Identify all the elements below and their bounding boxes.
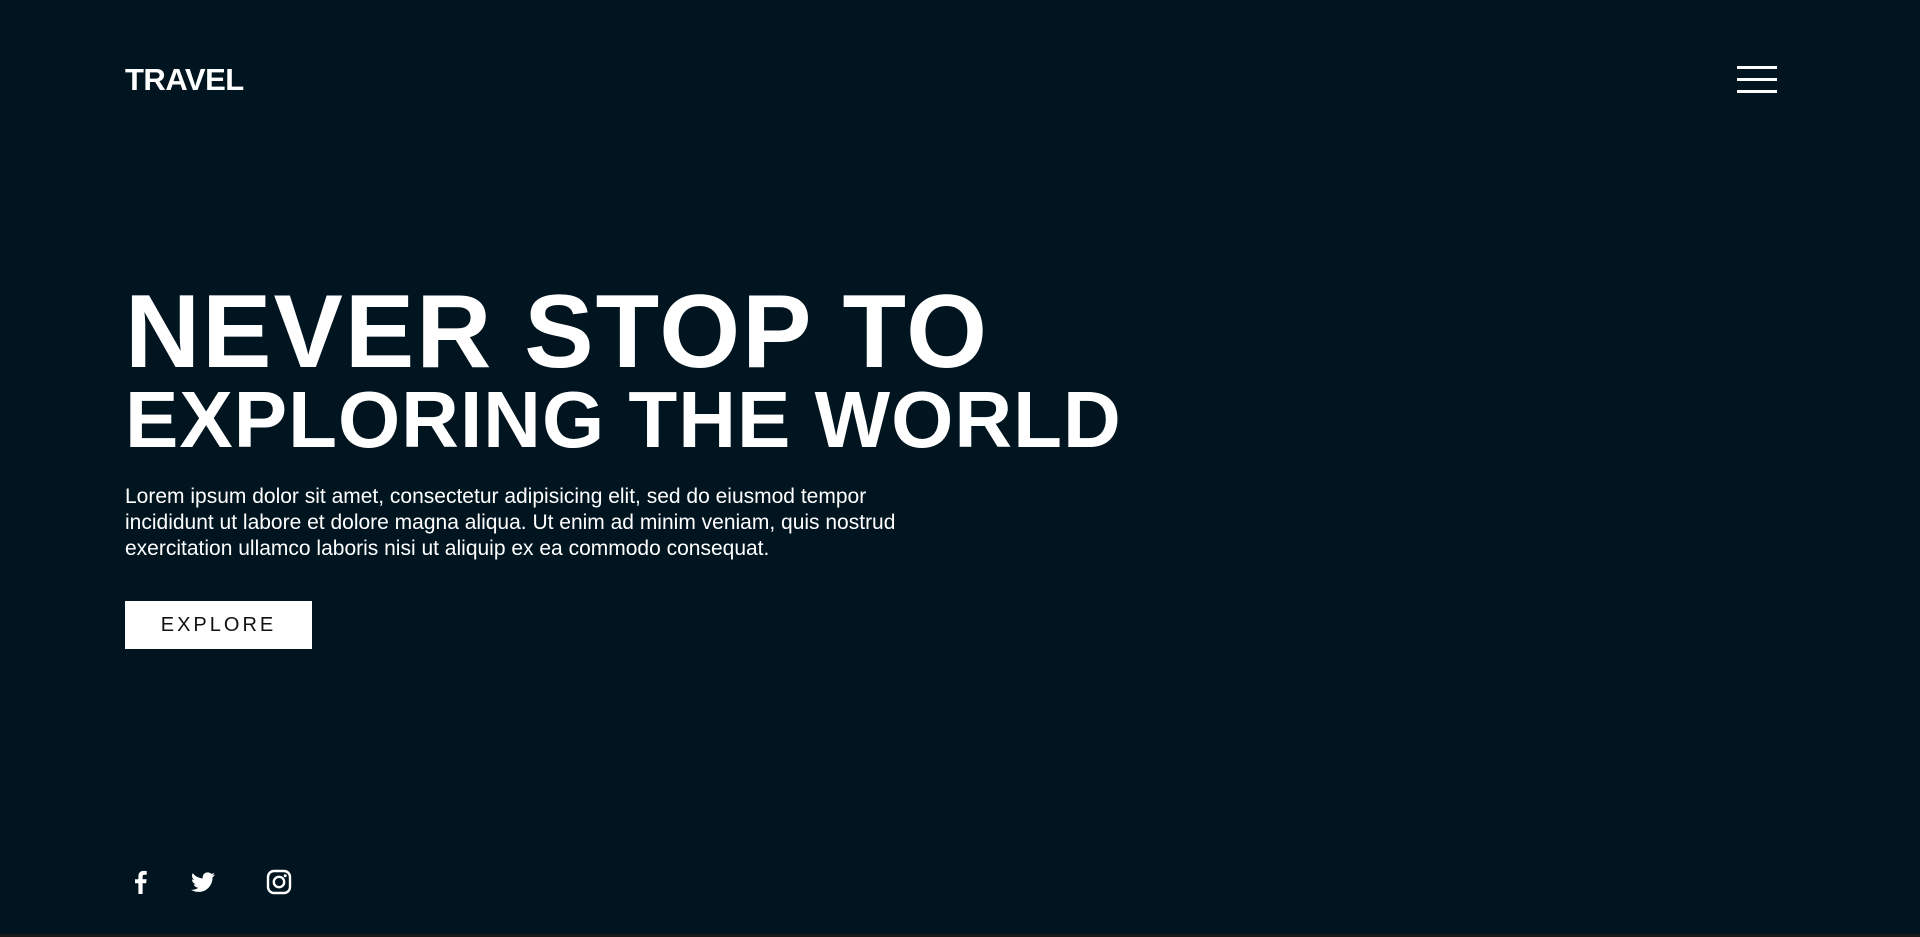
twitter-icon[interactable] bbox=[187, 866, 219, 898]
hero-title-line-1: NEVER STOP TO bbox=[125, 274, 990, 390]
landing-page: TRAVEL NEVER STOP TO EXPLORING THE WORLD… bbox=[0, 0, 1920, 937]
hero-description: Lorem ipsum dolor sit amet, consectetur … bbox=[125, 485, 896, 560]
menu-bar-bottom bbox=[1737, 90, 1777, 93]
hero-title-line-2: EXPLORING THE WORLD bbox=[125, 375, 1122, 464]
facebook-icon[interactable] bbox=[125, 866, 157, 898]
menu-bar-middle bbox=[1737, 78, 1777, 81]
site-logo[interactable]: TRAVEL bbox=[125, 60, 244, 100]
instagram-icon[interactable] bbox=[263, 866, 295, 898]
hamburger-menu-icon[interactable] bbox=[1737, 66, 1777, 94]
menu-bar-top bbox=[1737, 66, 1777, 69]
explore-button[interactable]: EXPLORE bbox=[125, 601, 312, 649]
